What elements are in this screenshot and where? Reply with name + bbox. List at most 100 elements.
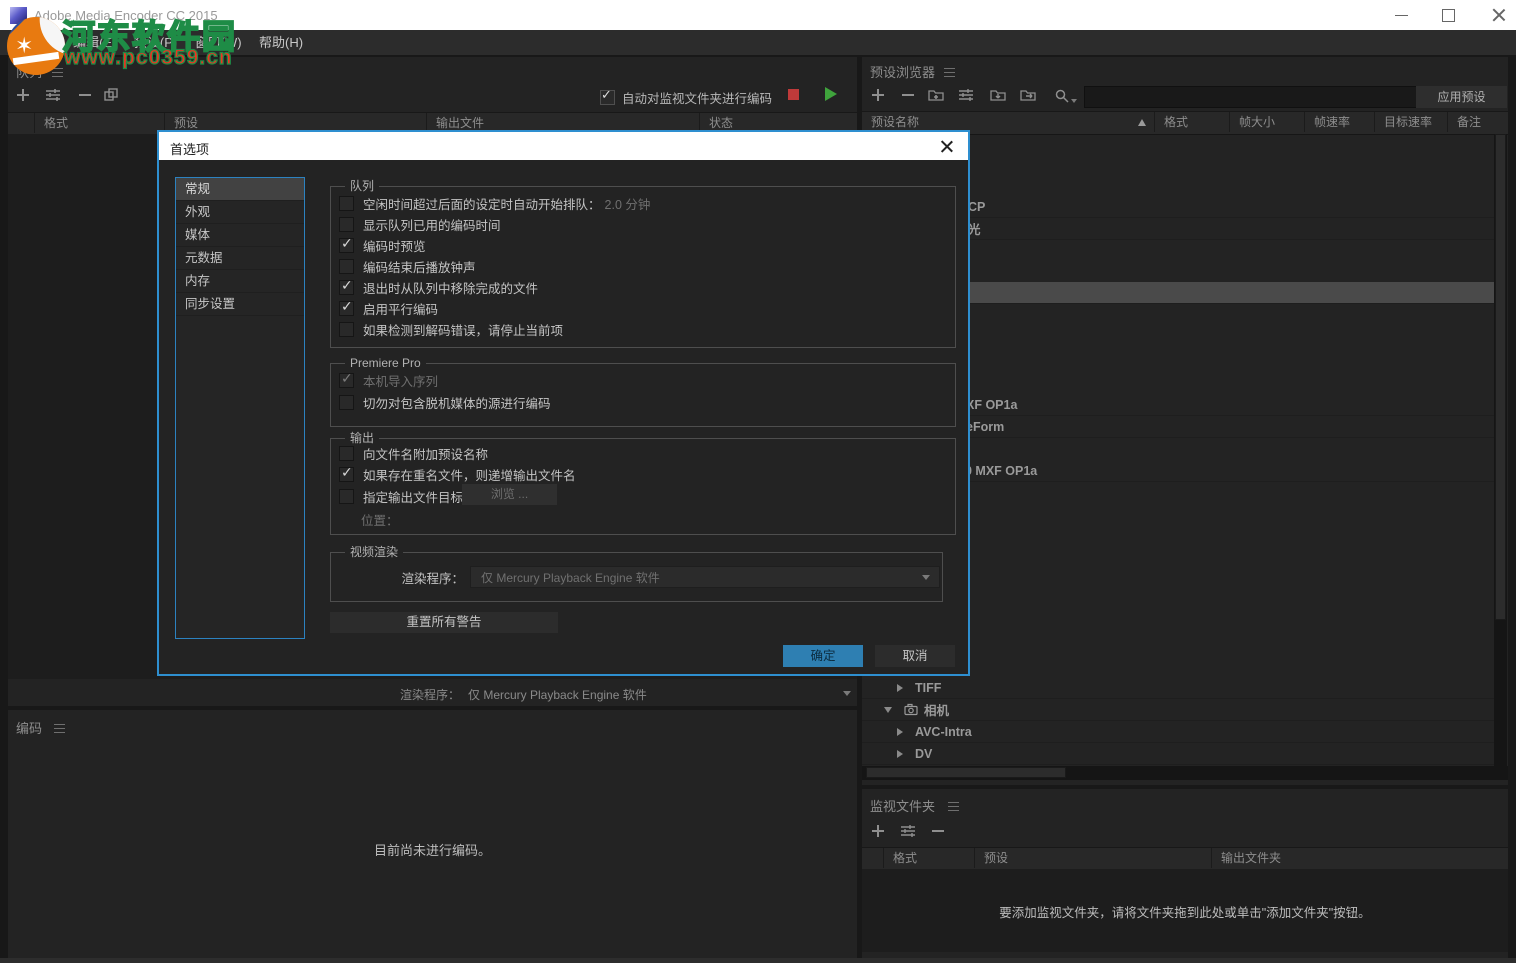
preset-col-framerate[interactable]: 帧速率 bbox=[1305, 112, 1375, 132]
dialog-title: 首选项 bbox=[170, 139, 209, 158]
queue-renderer-dropdown-icon[interactable] bbox=[843, 691, 851, 696]
checkbox[interactable] bbox=[339, 322, 354, 337]
window-titlebar: Adobe Media Encoder CC 2015 bbox=[0, 0, 1516, 30]
tree-row-avc-intra[interactable]: AVC-Intra bbox=[862, 721, 1494, 743]
checkbox[interactable] bbox=[339, 395, 354, 410]
add-source-icon[interactable] bbox=[14, 86, 32, 104]
checkbox[interactable] bbox=[339, 196, 354, 211]
preset-search-input[interactable] bbox=[1084, 86, 1420, 108]
new-group-folder-icon[interactable] bbox=[928, 87, 946, 105]
nav-item-memory[interactable]: 内存 bbox=[176, 270, 304, 293]
minimize-button[interactable] bbox=[1379, 0, 1425, 30]
create-preset-icon[interactable] bbox=[870, 87, 888, 105]
queue-renderer-label: 渲染程序： bbox=[400, 686, 460, 703]
tree-row-tiff[interactable]: TIFF bbox=[862, 677, 1494, 699]
encoding-panel-menu-icon[interactable] bbox=[54, 724, 65, 733]
search-icon[interactable] bbox=[1054, 88, 1072, 106]
preset-col-framesize[interactable]: 帧大小 bbox=[1230, 112, 1305, 132]
pref-row-show-elapsed[interactable]: 显示队列已用的编码时间 bbox=[339, 216, 501, 232]
horizontal-scrollbar-thumb[interactable] bbox=[866, 767, 1066, 778]
menu-preset[interactable]: 预设(P) bbox=[134, 30, 177, 55]
preset-settings-icon[interactable] bbox=[958, 87, 976, 105]
queue-col-format[interactable]: 格式 bbox=[35, 113, 165, 133]
checkbox[interactable]: ✓ bbox=[339, 238, 354, 253]
pref-row-preview-while-encoding[interactable]: ✓ 编码时预览 bbox=[339, 237, 426, 253]
browse-button[interactable]: 浏览 ... bbox=[462, 484, 557, 505]
auto-encode-checkbox[interactable]: ✓ bbox=[600, 90, 615, 105]
delete-preset-icon[interactable] bbox=[900, 87, 918, 105]
checkbox[interactable]: ✓ bbox=[339, 301, 354, 316]
dialog-titlebar[interactable]: 首选项 bbox=[159, 132, 968, 160]
wf-col-format[interactable]: 格式 bbox=[884, 848, 975, 868]
duplicate-icon[interactable] bbox=[102, 86, 120, 104]
export-preset-icon[interactable] bbox=[1020, 87, 1038, 105]
ok-button[interactable]: 确定 bbox=[783, 645, 863, 667]
pref-row-parallel-encoding[interactable]: ✓ 启用平行编码 bbox=[339, 300, 438, 316]
pref-row-auto-start[interactable]: 空闲时间超过后面的设定时自动开始排队： 2.0 分钟 bbox=[339, 195, 650, 211]
nav-item-general[interactable]: 常规 bbox=[176, 178, 304, 201]
checkbox[interactable] bbox=[339, 217, 354, 232]
queue-col-blank bbox=[8, 113, 35, 133]
maximize-button[interactable] bbox=[1425, 0, 1471, 30]
watch-folders-drop-area[interactable]: 要添加监视文件夹，请将文件夹拖到此处或单击"添加文件夹"按钮。 bbox=[862, 869, 1508, 952]
apply-preset-button[interactable]: 应用预设 bbox=[1416, 86, 1507, 108]
renderer-dropdown[interactable]: 仅 Mercury Playback Engine 软件 bbox=[470, 566, 940, 588]
settings-sliders-icon[interactable] bbox=[44, 86, 62, 104]
queue-panel-menu-icon[interactable] bbox=[52, 68, 63, 77]
start-queue-button[interactable] bbox=[825, 87, 837, 101]
checkbox[interactable]: ✓ bbox=[339, 467, 354, 482]
cancel-button[interactable]: 取消 bbox=[875, 645, 955, 667]
window-title: Adobe Media Encoder CC 2015 bbox=[34, 8, 218, 23]
collapse-arrow-icon[interactable] bbox=[884, 707, 892, 713]
pref-row-append-preset-name[interactable]: 向文件名附加预设名称 bbox=[339, 445, 488, 461]
preset-browser-menu-icon[interactable] bbox=[944, 68, 955, 77]
vertical-scrollbar-thumb[interactable] bbox=[1495, 134, 1506, 620]
pref-row-no-offline-media[interactable]: 切勿对包含脱机媒体的源进行编码 bbox=[339, 394, 551, 410]
nav-item-metadata[interactable]: 元数据 bbox=[176, 247, 304, 270]
import-preset-icon[interactable] bbox=[990, 87, 1008, 105]
checkbox[interactable] bbox=[339, 259, 354, 274]
folder-settings-icon[interactable] bbox=[900, 823, 918, 841]
expand-arrow-icon[interactable] bbox=[897, 750, 903, 758]
queue-renderer-value[interactable]: 仅 Mercury Playback Engine 软件 bbox=[468, 686, 647, 703]
preset-col-name[interactable]: 预设名称 bbox=[862, 112, 1155, 132]
tree-row-dv[interactable]: DV bbox=[862, 743, 1494, 765]
search-filter-caret-icon[interactable] bbox=[1071, 99, 1077, 103]
menu-window[interactable]: 窗口(W) bbox=[195, 30, 242, 55]
nav-item-media[interactable]: 媒体 bbox=[176, 224, 304, 247]
menu-help[interactable]: 帮助(H) bbox=[259, 30, 303, 55]
sort-ascending-icon[interactable] bbox=[1138, 119, 1146, 126]
pref-row-remove-completed[interactable]: ✓ 退出时从队列中移除完成的文件 bbox=[339, 279, 538, 295]
checkbox[interactable] bbox=[339, 446, 354, 461]
tree-row-camera[interactable]: 相机 bbox=[862, 699, 1494, 721]
nav-item-appearance[interactable]: 外观 bbox=[176, 201, 304, 224]
pref-row-stop-on-decode-error[interactable]: 如果检测到解码错误，请停止当前项 bbox=[339, 321, 563, 337]
wf-col-output-folder[interactable]: 输出文件夹 bbox=[1212, 848, 1508, 868]
remove-folder-icon[interactable] bbox=[930, 823, 948, 841]
expand-arrow-icon[interactable] bbox=[897, 728, 903, 736]
remove-source-icon[interactable] bbox=[76, 86, 94, 104]
expand-arrow-icon[interactable] bbox=[897, 684, 903, 692]
close-button[interactable] bbox=[1470, 0, 1516, 30]
nav-item-sync[interactable]: 同步设置 bbox=[176, 293, 304, 316]
preset-col-comment[interactable]: 备注 bbox=[1448, 112, 1508, 132]
horizontal-scrollbar[interactable] bbox=[862, 766, 1508, 780]
reset-warnings-button[interactable]: 重置所有警告 bbox=[330, 612, 558, 633]
preset-browser-title: 预设浏览器 bbox=[870, 62, 935, 81]
dialog-close-icon[interactable] bbox=[940, 139, 954, 153]
add-folder-icon[interactable] bbox=[870, 823, 888, 841]
preset-col-format[interactable]: 格式 bbox=[1155, 112, 1230, 132]
checkbox[interactable]: ✓ bbox=[339, 280, 354, 295]
menu-file[interactable]: 文件(F) bbox=[13, 30, 56, 55]
checkbox[interactable] bbox=[339, 489, 354, 504]
pref-row-increment-filename[interactable]: ✓ 如果存在重名文件，则递增输出文件名 bbox=[339, 466, 576, 482]
wf-col-preset[interactable]: 预设 bbox=[975, 848, 1212, 868]
menu-edit[interactable]: 编辑(E) bbox=[73, 30, 116, 55]
stop-queue-button[interactable] bbox=[788, 89, 799, 100]
preset-col-bitrate[interactable]: 目标速率 bbox=[1375, 112, 1448, 132]
vertical-scrollbar[interactable] bbox=[1494, 134, 1507, 766]
pref-row-specify-output[interactable]: 指定输出文件目标： bbox=[339, 488, 476, 504]
encoding-panel: 编码 目前尚未进行编码。 bbox=[8, 710, 857, 958]
watch-folders-menu-icon[interactable] bbox=[948, 802, 959, 811]
pref-row-chime[interactable]: 编码结束后播放钟声 bbox=[339, 258, 476, 274]
